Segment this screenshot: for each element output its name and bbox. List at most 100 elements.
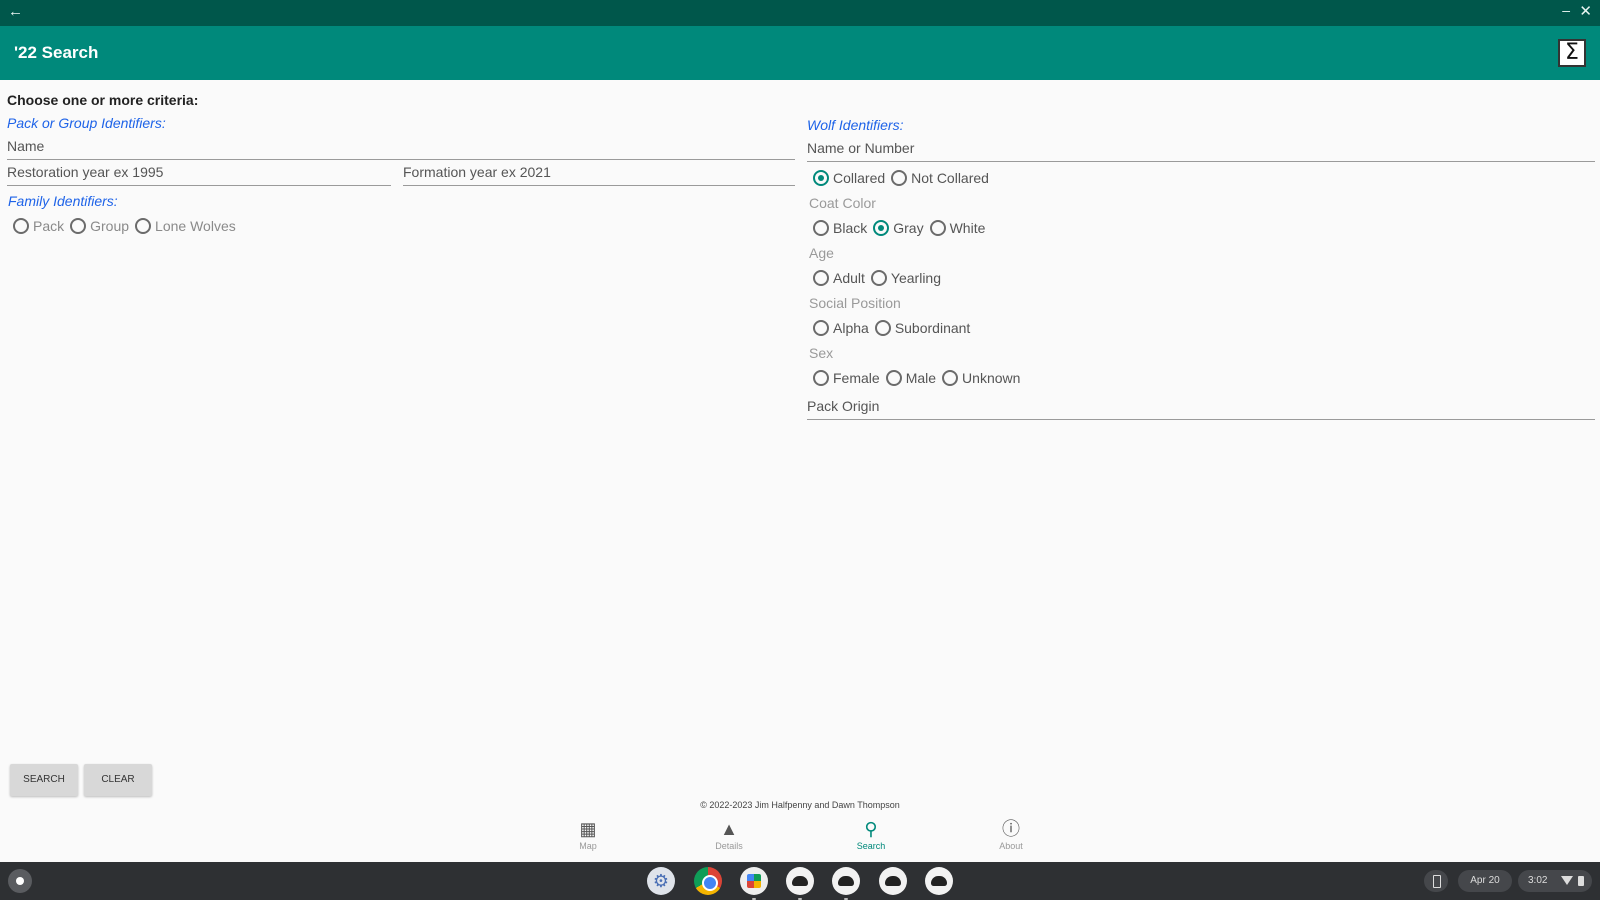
wolf-app-icon[interactable] — [786, 867, 814, 895]
collar-option-not-collared[interactable]: Not Collared — [891, 170, 989, 186]
radio-button[interactable] — [874, 320, 891, 336]
radio-button[interactable] — [891, 170, 908, 186]
option-label: Not Collared — [911, 170, 989, 186]
option-label: Adult — [833, 270, 865, 286]
option-label: Female — [833, 370, 880, 386]
family-option-pack[interactable]: Pack — [13, 218, 64, 234]
age-option-adult[interactable]: Adult — [813, 270, 865, 286]
nav-item-about[interactable]: ⓘ About — [981, 818, 1041, 851]
nav-item-search[interactable]: ⚲ Search — [841, 818, 901, 851]
radio-button[interactable] — [813, 320, 829, 336]
radio-button-selected[interactable] — [873, 220, 890, 236]
wolf-app-icon[interactable] — [832, 867, 860, 895]
copyright-text: © 2022-2023 Jim Halfpenny and Dawn Thomp… — [700, 800, 900, 810]
launcher-icon[interactable] — [8, 869, 32, 893]
back-arrow-icon[interactable]: ← — [8, 3, 23, 20]
option-label: White — [949, 220, 986, 236]
minimize-icon[interactable]: – — [1562, 2, 1570, 18]
pack-name-placeholder: Name — [7, 138, 45, 154]
option-label: Gray — [893, 220, 924, 236]
pack-name-field[interactable]: Name — [7, 136, 795, 160]
bottom-navigation: ▦ Map ▲ Details ⚲ Search ⓘ About — [0, 814, 1600, 862]
nav-label: About — [999, 841, 1023, 851]
social-option-alpha[interactable]: Alpha — [813, 320, 869, 336]
social-radio-group: Alpha Subordinant — [813, 320, 976, 336]
battery-icon — [1578, 876, 1584, 886]
search-icon: ⚲ — [864, 819, 878, 839]
os-shelf: ⚙ Apr 20 3:02 — [0, 862, 1600, 900]
criteria-heading: Choose one or more criteria: — [7, 92, 199, 108]
chrome-icon[interactable] — [694, 867, 722, 895]
option-label: Unknown — [962, 370, 1021, 386]
sigma-icon[interactable]: Σ — [1558, 39, 1586, 67]
option-label: Black — [833, 220, 868, 236]
nav-label: Details — [715, 841, 743, 851]
window-caption-bar: ← – ✕ — [0, 0, 1600, 26]
wolf-icon: ▲ — [720, 819, 738, 839]
radio-button[interactable] — [13, 218, 29, 234]
option-label: Pack — [33, 218, 65, 234]
radio-button[interactable] — [813, 370, 829, 386]
restoration-year-field[interactable]: Restoration year ex 1995 — [7, 162, 391, 186]
family-option-group[interactable]: Group — [70, 218, 129, 234]
option-label: Lone Wolves — [155, 218, 236, 234]
family-option-lone-wolves[interactable]: Lone Wolves — [135, 218, 236, 234]
wolf-app-icon[interactable] — [925, 867, 953, 895]
sex-label: Sex — [809, 345, 834, 361]
age-option-yearling[interactable]: Yearling — [870, 270, 942, 286]
formation-year-field[interactable]: Formation year ex 2021 — [403, 162, 795, 186]
date-pill[interactable]: Apr 20 — [1458, 870, 1512, 892]
page-title: '22 Search — [14, 43, 99, 62]
radio-button[interactable] — [929, 220, 946, 236]
age-label: Age — [809, 245, 834, 261]
radio-button[interactable] — [135, 218, 152, 234]
sex-option-female[interactable]: Female — [813, 370, 880, 386]
wolf-name-field[interactable]: Name or Number — [807, 138, 1595, 162]
status-tray[interactable]: 3:02 — [1518, 870, 1592, 892]
close-icon[interactable]: ✕ — [1579, 2, 1592, 20]
photos-icon[interactable] — [740, 867, 768, 895]
sex-option-unknown[interactable]: Unknown — [942, 370, 1020, 386]
coat-color-label: Coat Color — [809, 195, 876, 211]
radio-button[interactable] — [870, 270, 887, 286]
radio-button[interactable] — [813, 220, 829, 236]
nav-item-details[interactable]: ▲ Details — [699, 818, 759, 851]
nav-item-map[interactable]: ▦ Map — [558, 818, 618, 851]
search-button[interactable]: SEARCH — [10, 764, 78, 796]
social-option-subordinant[interactable]: Subordinant — [874, 320, 971, 336]
collar-option-collared[interactable]: Collared — [813, 170, 885, 186]
coat-radio-group: Black Gray White — [813, 220, 991, 236]
app-bar: '22 Search Σ — [0, 26, 1600, 80]
formation-year-placeholder: Formation year ex 2021 — [403, 164, 551, 180]
radio-button[interactable] — [942, 370, 959, 386]
option-label: Subordinant — [894, 320, 971, 336]
coat-option-black[interactable]: Black — [813, 220, 867, 236]
clear-button[interactable]: CLEAR — [84, 764, 152, 796]
clock-time: 3:02 — [1528, 875, 1548, 886]
wifi-icon — [1561, 876, 1573, 885]
option-label: Alpha — [833, 320, 869, 336]
map-icon: ▦ — [579, 819, 597, 839]
family-radio-group: Pack Group Lone Wolves — [13, 218, 242, 234]
radio-button-selected[interactable] — [813, 170, 829, 186]
age-radio-group: Adult Yearling — [813, 270, 947, 286]
phone-hub-icon[interactable] — [1424, 870, 1448, 892]
coat-option-white[interactable]: White — [929, 220, 986, 236]
coat-option-gray[interactable]: Gray — [873, 220, 924, 236]
wolf-app-icon[interactable] — [879, 867, 907, 895]
option-label: Group — [90, 218, 130, 234]
pack-origin-field[interactable]: Pack Origin — [807, 396, 1595, 420]
settings-gear-icon[interactable]: ⚙ — [647, 867, 675, 895]
nav-label: Map — [579, 841, 597, 851]
option-label: Yearling — [890, 270, 942, 286]
social-position-label: Social Position — [809, 295, 901, 311]
restoration-year-placeholder: Restoration year ex 1995 — [7, 164, 164, 180]
option-label: Collared — [833, 170, 886, 186]
radio-button[interactable] — [70, 218, 87, 234]
collar-radio-group: Collared Not Collared — [813, 170, 995, 186]
wolf-identifiers-label: Wolf Identifiers: — [807, 117, 904, 133]
sex-option-male[interactable]: Male — [885, 370, 936, 386]
pack-group-label: Pack or Group Identifiers: — [7, 115, 166, 131]
radio-button[interactable] — [813, 270, 829, 286]
radio-button[interactable] — [885, 370, 902, 386]
